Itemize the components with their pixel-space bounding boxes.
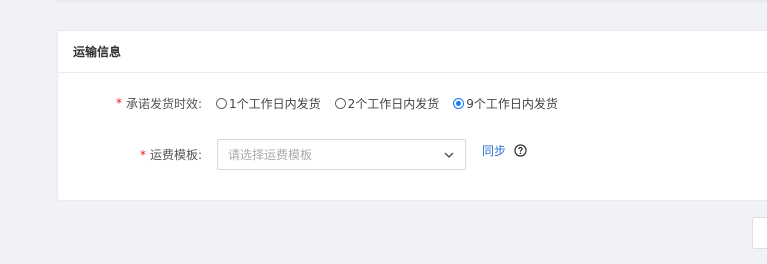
shipping-info-card: 运输信息 * 承诺发货时效: 1个工作日内发货 2个工作日内发货 9个工作日内发… [57,30,767,201]
sync-link[interactable]: 同步 [482,142,506,159]
freight-template-select[interactable]: 请选择运费模板 [217,139,466,170]
radio-label: 1个工作日内发货 [229,96,321,111]
side-float-button[interactable] [752,217,767,249]
radio-2-day[interactable]: 2个工作日内发货 [334,95,440,112]
radio-9-day[interactable]: 9个工作日内发货 [453,95,558,112]
ship-time-row: * 承诺发货时效: 1个工作日内发货 2个工作日内发货 9个工作日内发货 [58,93,572,113]
section-title: 运输信息 [58,31,767,73]
required-mark: * [115,96,122,110]
question-circle-icon[interactable] [514,144,527,157]
radio-1-day[interactable]: 1个工作日内发货 [216,95,321,112]
required-mark: * [139,147,146,162]
freight-template-label: 运费模板: [149,148,202,162]
previous-section-card [56,0,767,1]
radio-circle-icon[interactable] [216,97,227,109]
ship-time-label-wrap: * 承诺发货时效: [58,95,202,112]
radio-checked-icon[interactable] [453,97,465,109]
radio-label: 2个工作日内发货 [347,96,440,111]
freight-template-label-wrap: * 运费模板: [58,146,202,163]
freight-template-row: * 运费模板: 请选择运费模板 同步 [58,139,527,170]
ship-time-radio-group: 1个工作日内发货 2个工作日内发货 9个工作日内发货 [216,95,572,112]
radio-label: 9个工作日内发货 [466,96,558,111]
radio-circle-icon[interactable] [334,97,346,109]
chevron-down-icon [444,151,454,158]
ship-time-label: 承诺发货时效: [125,96,202,111]
select-placeholder: 请选择运费模板 [228,148,313,162]
